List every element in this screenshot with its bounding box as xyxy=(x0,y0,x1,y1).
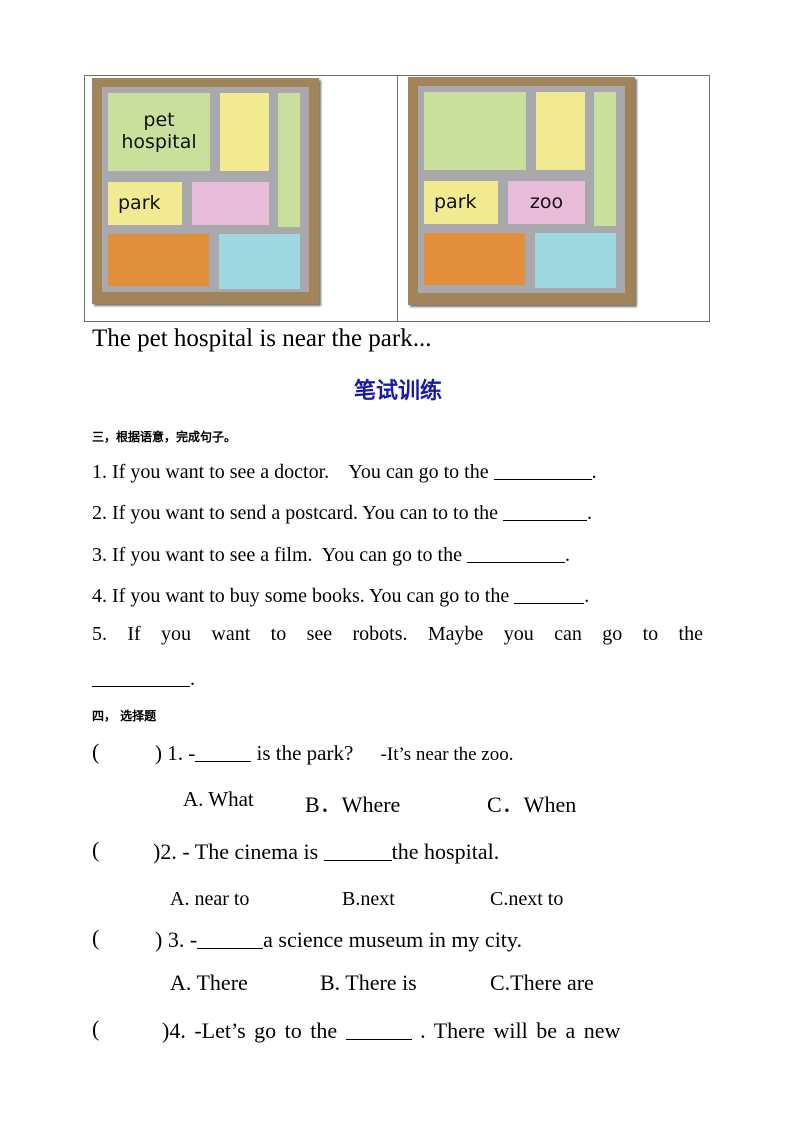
answer-blank[interactable] xyxy=(345,1018,412,1040)
question-word: go xyxy=(602,623,623,645)
fill-question-4: 4. If you want to buy some books. You ca… xyxy=(92,582,589,608)
answer-paren-open[interactable]: ( xyxy=(92,739,99,764)
question-word: want xyxy=(211,623,251,645)
example-caption: The pet hospital is near the park... xyxy=(92,325,432,352)
question-word: can xyxy=(554,623,582,645)
answer-blank[interactable] xyxy=(197,927,264,949)
question-prefix: ) 1. - xyxy=(155,741,196,765)
mc-question-1-text: ) 1. - is the park? -It’s near the zoo. xyxy=(155,739,514,766)
section-title: 笔试训练 xyxy=(353,379,442,404)
question-prefix: )2. - The cinema is xyxy=(153,839,324,864)
mc-question-3: ( xyxy=(92,925,99,951)
map-table: pet hospital park park zoo xyxy=(84,75,710,322)
map-block-blue xyxy=(535,233,616,288)
question-word: 5. xyxy=(92,623,107,645)
map-block-blue xyxy=(219,234,300,289)
question-text: If you want to buy some books. You can g… xyxy=(112,585,515,607)
map-block-orange xyxy=(424,233,525,285)
answer-blank[interactable] xyxy=(323,839,392,861)
fill-question-5: 5. If you want to see robots. Maybe you … xyxy=(92,623,703,646)
question-end: . xyxy=(564,544,570,566)
map-block-park: park xyxy=(424,181,498,224)
question-prefix: )4. -Let’s go to the xyxy=(162,1018,346,1043)
question-text: If you want to see a doctor. You can go … xyxy=(112,461,494,483)
mc-question-2-text: )2. - The cinema is the hospital. xyxy=(153,837,499,865)
mc-question-3-text: ) 3. - a science museum in my city. xyxy=(155,925,522,953)
city-map-2: park zoo xyxy=(408,77,635,305)
mc1-option-a[interactable]: A. What xyxy=(183,787,254,812)
question-text: a science museum in my city. xyxy=(263,927,522,952)
part3-heading: 三，根据语意，完成句子。 xyxy=(92,430,237,444)
city-map-1: pet hospital park xyxy=(92,78,319,304)
question-number: 4. xyxy=(92,585,107,607)
question-end: . xyxy=(584,585,590,607)
map-roads: pet hospital park xyxy=(102,87,309,292)
answer-blank[interactable] xyxy=(503,501,588,521)
fill-question-3: 3. If you want to see a film. You can go… xyxy=(92,541,570,567)
question-word: to xyxy=(270,623,287,645)
question-word: robots. xyxy=(352,623,408,645)
answer-blank[interactable] xyxy=(195,741,252,762)
answer-paren-open[interactable]: ( xyxy=(92,925,99,950)
part4-heading: 四， 选择题 xyxy=(92,709,157,723)
map-block-zoo: zoo xyxy=(508,181,585,224)
question-reply: -It’s near the zoo. xyxy=(380,744,514,765)
question-text: is the park? xyxy=(251,741,354,765)
question-text: . There will be a new xyxy=(411,1018,621,1043)
map-cell-2: park zoo xyxy=(398,76,709,321)
question-word: If xyxy=(127,623,141,645)
fill-question-2: 2. If you want to send a postcard. You c… xyxy=(92,499,592,525)
mc1-option-c[interactable]: C．When xyxy=(487,787,576,819)
answer-paren-open[interactable]: ( xyxy=(92,1016,99,1041)
fill-question-1: 1. If you want to see a doctor. You can … xyxy=(92,458,597,484)
question-text: If you want to send a postcard. You can … xyxy=(112,502,504,524)
map-block-yellow xyxy=(536,92,585,170)
map-block-pink xyxy=(192,182,269,225)
mc-question-2: ( xyxy=(92,837,99,863)
map-cell-1: pet hospital park xyxy=(85,76,398,321)
mc3-option-b[interactable]: B. There is xyxy=(320,970,417,996)
map-block-pet-hospital: pet hospital xyxy=(108,93,210,171)
mc2-option-c[interactable]: C.next to xyxy=(490,888,563,911)
map-block-orange xyxy=(108,234,209,286)
question-text: If you want to see a film. You can go to… xyxy=(112,544,467,566)
map-block-green xyxy=(424,92,526,170)
mc-question-1: ( xyxy=(92,739,99,765)
mc2-option-b[interactable]: B.next xyxy=(342,888,395,911)
mc-question-4-text: )4. -Let’s go to the . There will be a n… xyxy=(162,1016,620,1044)
map-block-yellow xyxy=(220,93,269,171)
question-text: the hospital. xyxy=(391,839,500,864)
question-number: 3. xyxy=(92,544,107,566)
question-word: see xyxy=(306,623,333,645)
question-number: 1. xyxy=(92,461,107,483)
answer-blank[interactable] xyxy=(466,543,565,563)
answer-blank[interactable] xyxy=(514,584,585,604)
question-word: you xyxy=(161,623,192,645)
question-word: the xyxy=(678,623,703,645)
mc2-option-a[interactable]: A. near to xyxy=(170,888,249,911)
mc1-option-b[interactable]: B．Where xyxy=(305,787,400,819)
answer-blank[interactable] xyxy=(92,667,190,687)
question-word: you xyxy=(503,623,534,645)
map-block-green-side xyxy=(594,92,616,226)
map-block-green-side xyxy=(278,93,300,227)
answer-blank[interactable] xyxy=(493,460,592,480)
mc3-option-a[interactable]: A. There xyxy=(170,970,248,996)
question-prefix: ) 3. - xyxy=(155,927,198,952)
question-word: Maybe xyxy=(427,623,484,645)
question-number: 2. xyxy=(92,502,107,524)
map-block-park: park xyxy=(108,182,182,225)
answer-paren-open[interactable]: ( xyxy=(92,837,99,862)
map-roads: park zoo xyxy=(418,86,625,293)
fill-question-5-continuation: . xyxy=(92,665,195,691)
mc-question-4: ( xyxy=(92,1016,99,1042)
question-end: . xyxy=(591,461,597,483)
question-end: . xyxy=(190,668,195,690)
question-word: to xyxy=(642,623,659,645)
mc3-option-c[interactable]: C.There are xyxy=(490,970,594,996)
question-end: . xyxy=(587,502,593,524)
